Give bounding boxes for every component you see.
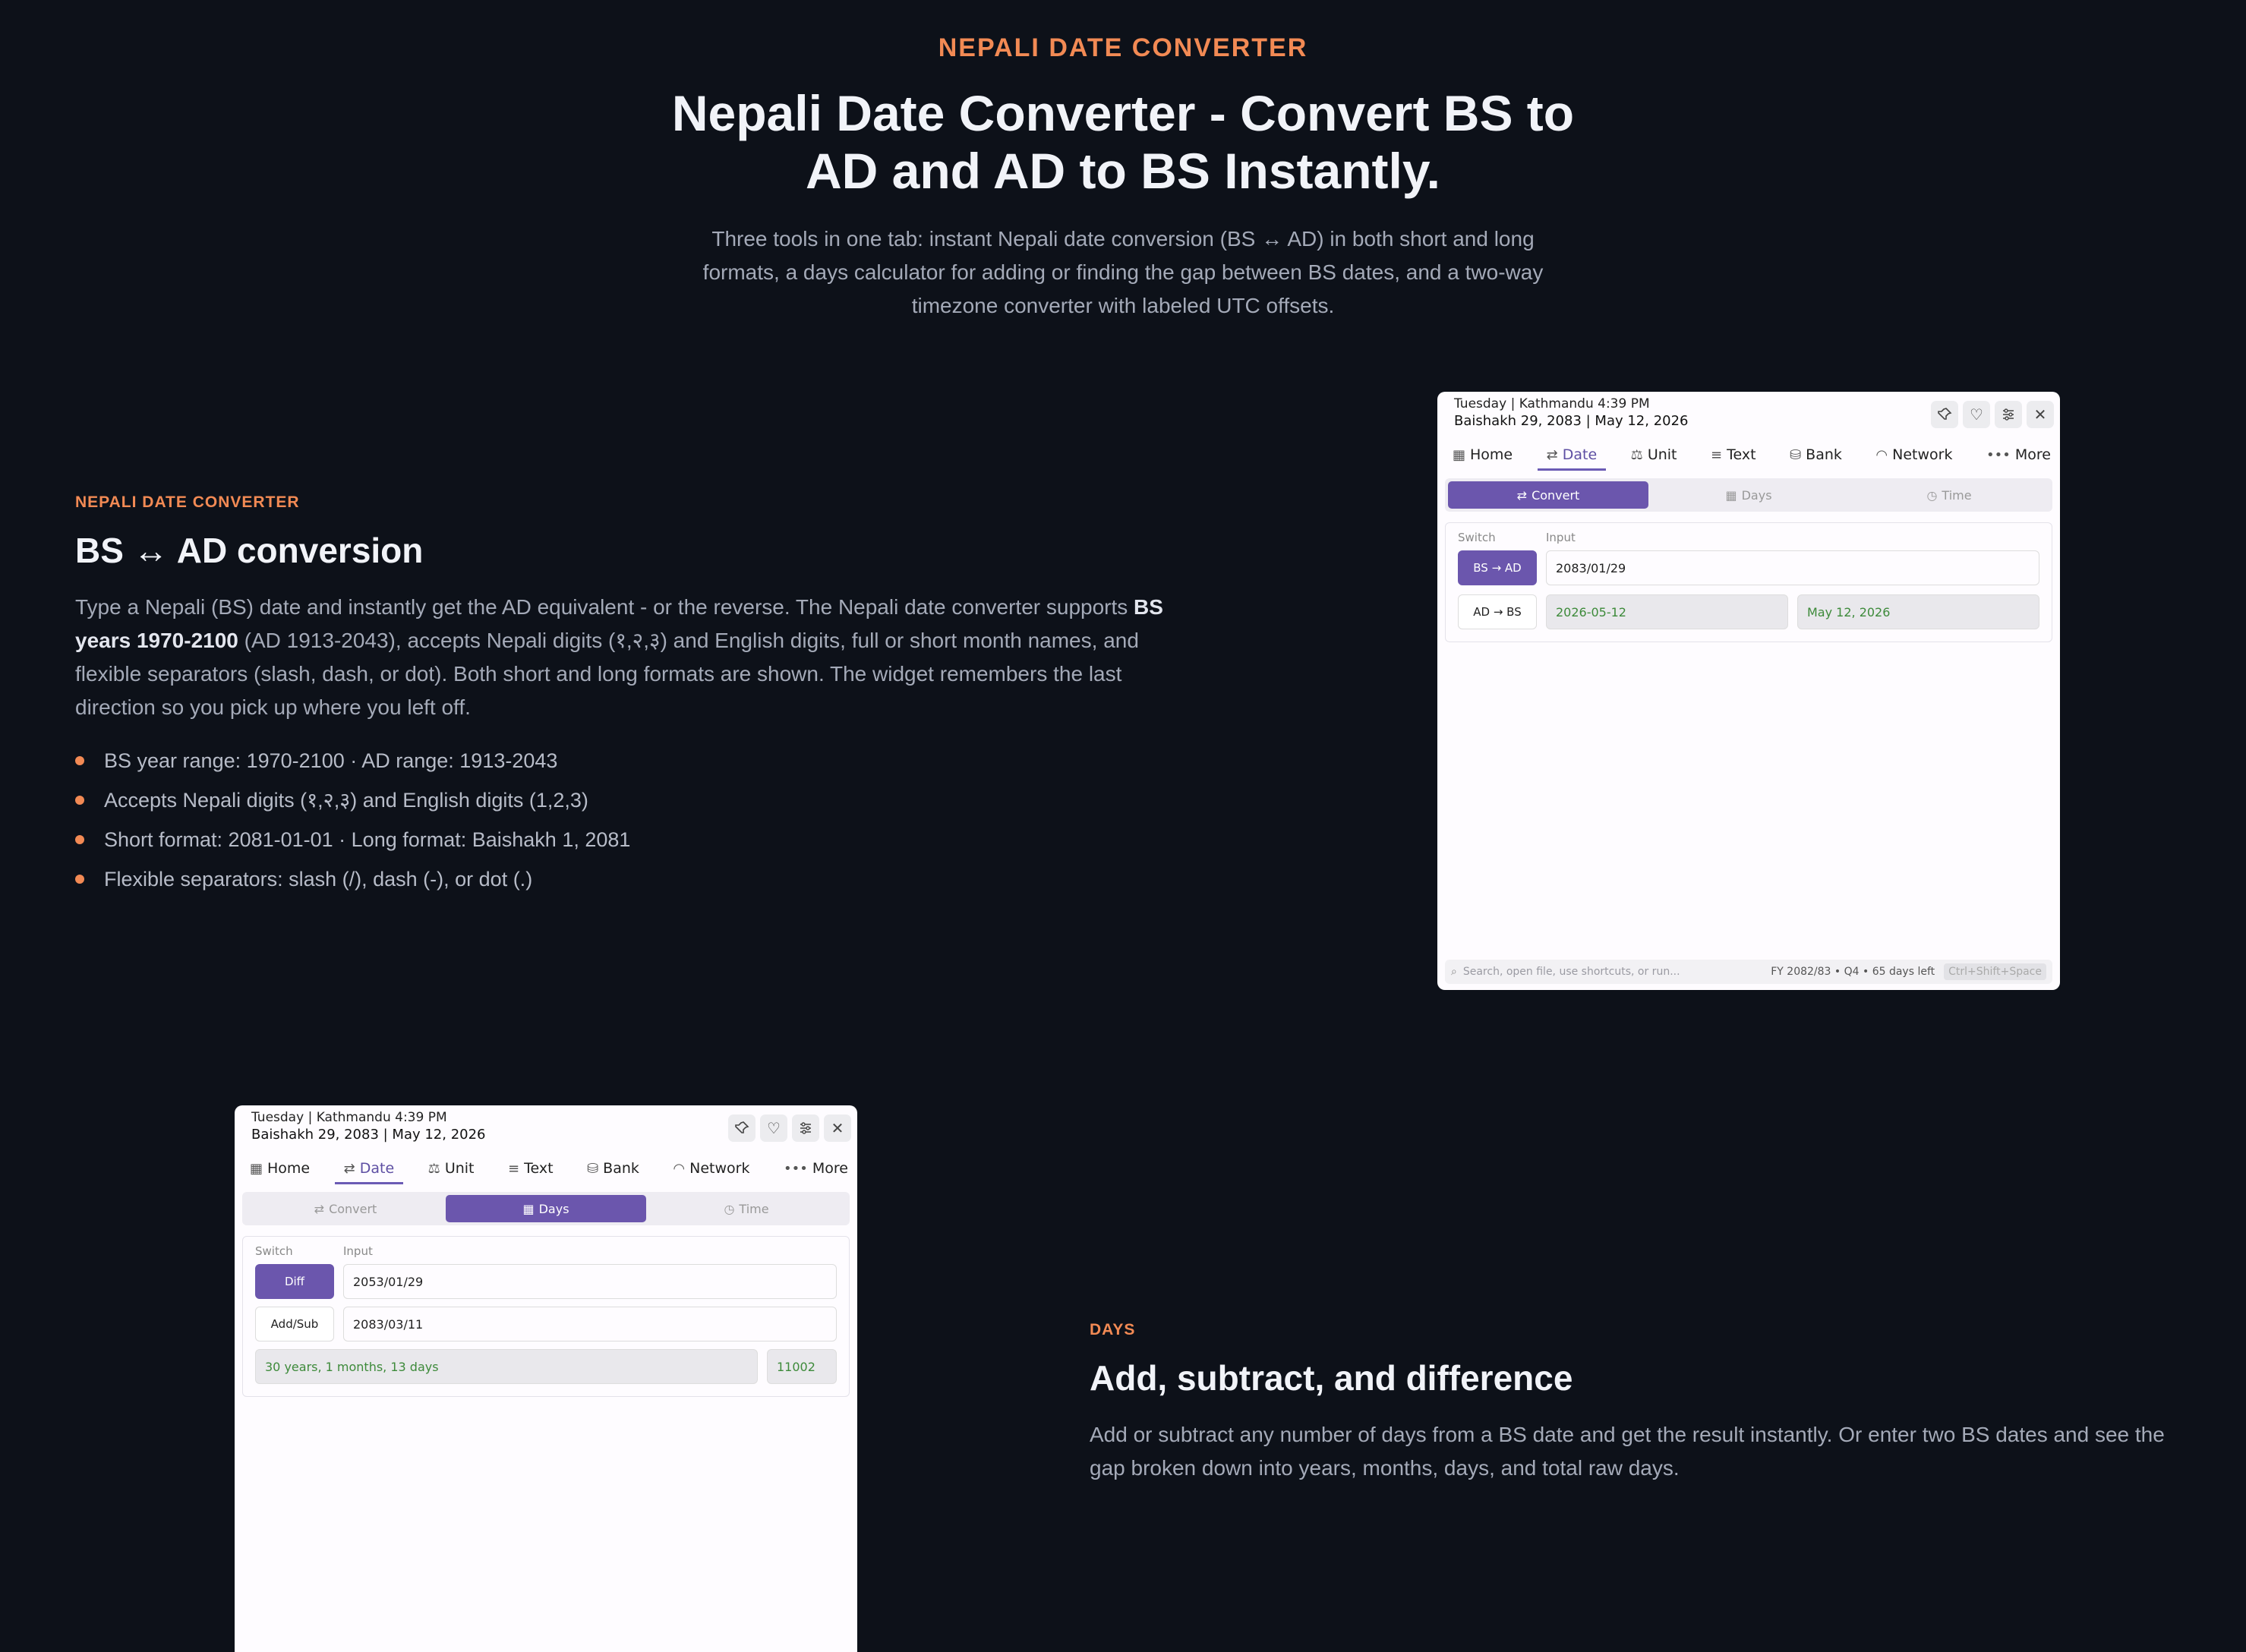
calendar-icon: ▦ [1453, 446, 1466, 463]
scale-icon: ⚖ [1630, 446, 1643, 463]
tab-date[interactable]: ⇄ Date [1537, 436, 1606, 474]
command-input[interactable]: Search, open file, use shortcuts, or run… [1463, 966, 1680, 978]
swap-icon: ⇄ [314, 1201, 325, 1216]
tab-bank[interactable]: ⛁ Bank [587, 1149, 639, 1187]
scale-icon: ⚖ [427, 1160, 440, 1177]
page-title: Nepali Date Converter - Convert BS to AD… [671, 85, 1575, 199]
widget-header: Tuesday | Kathmandu 4:39 PM Baishakh 29,… [235, 1105, 857, 1149]
tab-bank[interactable]: ⛁ Bank [1790, 436, 1842, 474]
tab-date[interactable]: ⇄ Date [334, 1149, 403, 1187]
heart-icon[interactable]: ♡ [1963, 401, 1990, 428]
section-title: Add, subtract, and difference [1090, 1358, 1573, 1398]
shortcut-hint: Ctrl+Shift+Space [1944, 963, 2046, 980]
pin-icon[interactable] [728, 1114, 756, 1142]
section-days: DAYS Add, subtract, and difference Add o… [1090, 1321, 2191, 1485]
tab-unit[interactable]: ⚖ Unit [428, 1149, 475, 1187]
diff-button[interactable]: Diff [255, 1264, 334, 1299]
start-date-input[interactable]: 2053/01/29 [343, 1264, 837, 1299]
tab-network[interactable]: ◠ Network [673, 1149, 749, 1187]
input-label: Input [1546, 531, 1576, 544]
settings-icon[interactable] [792, 1114, 819, 1142]
pin-icon[interactable] [1931, 401, 1958, 428]
section-conversion: NEPALI DATE CONVERTER BS ↔ AD conversion… [75, 493, 1191, 899]
sub-tabs: ⇄ Convert ▦ Days ◷ Time [242, 1192, 850, 1225]
more-icon: ••• [1986, 446, 2011, 463]
subtab-convert[interactable]: ⇄ Convert [1448, 481, 1648, 509]
section-title: BS ↔ AD conversion [75, 531, 424, 570]
close-icon[interactable]: ✕ [824, 1114, 851, 1142]
text-icon: ≡ [1711, 446, 1723, 463]
add-sub-button[interactable]: Add/Sub [255, 1307, 334, 1341]
long-format-output: May 12, 2026 [1797, 594, 2039, 629]
end-date-input[interactable]: 2083/03/11 [343, 1307, 837, 1341]
total-days-result: 11002 [767, 1349, 837, 1384]
main-tabs: ▦ Home ⇄ Date ⚖ Unit ≡ Text ⛁ Bank ◠ Network •… [235, 1149, 857, 1187]
subtab-convert[interactable]: ⇄ Convert [245, 1195, 446, 1222]
text-icon: ≡ [508, 1160, 520, 1177]
calendar-icon: ▦ [522, 1201, 535, 1216]
date-input[interactable]: 2083/01/29 [1546, 550, 2039, 585]
clock-icon: ◷ [1926, 487, 1938, 503]
close-icon[interactable]: ✕ [2027, 401, 2054, 428]
wifi-icon: ◠ [673, 1160, 686, 1177]
clock-icon: ◷ [724, 1201, 735, 1216]
tab-text[interactable]: ≡ Text [508, 1149, 554, 1187]
date-line: Baishakh 29, 2083 | May 12, 2026 [1454, 413, 1689, 429]
heart-icon[interactable]: ♡ [760, 1114, 787, 1142]
difference-result: 30 years, 1 months, 13 days [255, 1349, 758, 1384]
list-item: BS year range: 1970-2100 · AD range: 191… [75, 741, 1191, 780]
fiscal-year-info: FY 2082/83 • Q4 • 65 days left [1771, 966, 1935, 978]
calendar-icon: ▦ [1725, 487, 1737, 503]
tab-text[interactable]: ≡ Text [1711, 436, 1756, 474]
widget-days: Tuesday | Kathmandu 4:39 PM Baishakh 29,… [235, 1105, 857, 1652]
swap-icon: ⇄ [1546, 446, 1558, 463]
main-tabs: ▦ Home ⇄ Date ⚖ Unit ≡ Text ⛁ Bank ◠ Network •… [1437, 436, 2060, 474]
section-tag: NEPALI DATE CONVERTER [75, 493, 300, 511]
date-line: Baishakh 29, 2083 | May 12, 2026 [251, 1127, 486, 1143]
swap-icon: ⇄ [343, 1160, 355, 1177]
tab-home[interactable]: ▦ Home [250, 1149, 310, 1187]
tab-home[interactable]: ▦ Home [1453, 436, 1513, 474]
tab-unit[interactable]: ⚖ Unit [1631, 436, 1677, 474]
list-item: Accepts Nepali digits (१,२,३) and Englis… [75, 780, 1191, 820]
subtab-time[interactable]: ◷ Time [646, 1195, 847, 1222]
subtab-days[interactable]: ▦ Days [1648, 481, 1849, 509]
search-icon: ⌕ [1451, 966, 1457, 978]
convert-panel: Switch Input BS → AD 2083/01/29 AD → BS … [1445, 522, 2052, 642]
tab-network[interactable]: ◠ Network [1875, 436, 1952, 474]
database-icon: ⛁ [587, 1160, 599, 1177]
database-icon: ⛁ [1790, 446, 1802, 463]
hero-description: Three tools in one tab: instant Nepali d… [702, 227, 1544, 317]
tab-more[interactable]: ••• More [784, 1149, 848, 1187]
more-icon: ••• [783, 1160, 808, 1177]
list-item: Flexible separators: slash (/), dash (-)… [75, 859, 1191, 899]
ad-to-bs-button[interactable]: AD → BS [1458, 594, 1537, 629]
section-description: Add or subtract any number of days from … [1090, 1423, 2165, 1480]
subtab-days[interactable]: ▦ Days [446, 1195, 646, 1222]
switch-label: Switch [255, 1244, 293, 1258]
swap-icon: ⇄ [1516, 487, 1528, 503]
list-item: Short format: 2081-01-01 · Long format: … [75, 820, 1191, 859]
input-label: Input [343, 1244, 373, 1258]
hero-eyebrow: NEPALI DATE CONVERTER [938, 33, 1308, 62]
wifi-icon: ◠ [1875, 446, 1888, 463]
feature-list: BS year range: 1970-2100 · AD range: 191… [75, 741, 1191, 899]
switch-label: Switch [1458, 531, 1496, 544]
section-tag: DAYS [1090, 1321, 1136, 1338]
widget-header: Tuesday | Kathmandu 4:39 PM Baishakh 29,… [1437, 392, 2060, 436]
settings-icon[interactable] [1995, 401, 2022, 428]
calendar-icon: ▦ [250, 1160, 263, 1177]
tab-more[interactable]: ••• More [1986, 436, 2051, 474]
subtab-time[interactable]: ◷ Time [1849, 481, 2049, 509]
hero: NEPALI DATE CONVERTER Nepali Date Conver… [0, 33, 2246, 323]
section-description: Type a Nepali (BS) date and instantly ge… [75, 595, 1163, 719]
days-panel: Switch Input Diff 2053/01/29 Add/Sub 208… [242, 1236, 850, 1397]
short-format-output: 2026-05-12 [1546, 594, 1788, 629]
command-bar[interactable]: ⌕ Search, open file, use shortcuts, or r… [1445, 960, 2052, 984]
widget-convert: Tuesday | Kathmandu 4:39 PM Baishakh 29,… [1437, 392, 2060, 990]
datetime-line: Tuesday | Kathmandu 4:39 PM [1454, 396, 1650, 411]
sub-tabs: ⇄ Convert ▦ Days ◷ Time [1445, 478, 2052, 512]
bs-to-ad-button[interactable]: BS → AD [1458, 550, 1537, 585]
datetime-line: Tuesday | Kathmandu 4:39 PM [251, 1110, 447, 1125]
